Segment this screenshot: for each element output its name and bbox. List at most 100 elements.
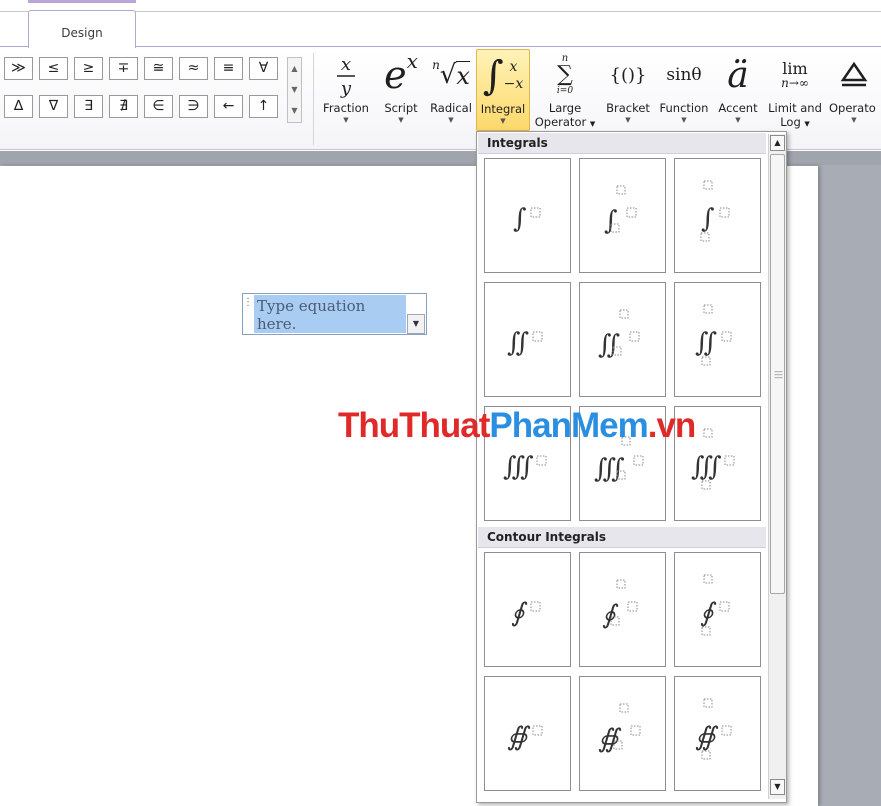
integral-item-double-limits[interactable]: ∬: [674, 282, 761, 397]
contour-integral-item-single-limits[interactable]: ∮: [674, 552, 761, 667]
symbol-up-arrow[interactable]: ↑: [249, 95, 278, 118]
tab-design[interactable]: Design: [28, 10, 136, 48]
limit-bottom: n→∞: [781, 76, 809, 90]
fraction-button[interactable]: x y Fraction ▼: [318, 49, 374, 125]
integral-item-double-subsup[interactable]: ∬: [579, 282, 666, 397]
contextual-tab-accent: [28, 0, 136, 3]
function-button[interactable]: sinθ Function ▼: [655, 49, 713, 125]
scroll-up-icon[interactable]: ▲: [288, 58, 301, 79]
symbol-almost-equal[interactable]: ≈: [179, 57, 208, 80]
svg-text:∬: ∬: [695, 328, 717, 358]
accent-dropdown-icon: ▼: [735, 116, 741, 124]
integral-button[interactable]: ∫ x −x Integral ▼: [476, 49, 530, 131]
bracket-label: Bracket: [606, 101, 650, 115]
limit-log-label: Limit and: [768, 101, 822, 115]
integral-dropdown-icon: ▼: [500, 117, 506, 125]
scroll-down-arrow-icon[interactable]: ▼: [770, 779, 785, 795]
limit-log-label-line2: Log: [780, 115, 801, 129]
symbols-scrollbar[interactable]: ▲ ▼ ▼: [287, 57, 302, 123]
radical-button[interactable]: n √ x Radical ▼: [428, 49, 474, 125]
operator-button[interactable]: Operato ▼: [827, 49, 881, 125]
symbol-left-arrow[interactable]: ←: [214, 95, 243, 118]
integral-lower-limit: −x: [503, 76, 524, 92]
svg-text:∫: ∫: [513, 204, 527, 234]
fraction-numerator: x: [341, 54, 351, 75]
accent-icon: ä: [714, 49, 762, 101]
bracket-button[interactable]: {()} Bracket ▼: [602, 49, 654, 125]
svg-text:∭: ∭: [594, 454, 625, 484]
equation-options-dropdown-icon[interactable]: ▼: [407, 314, 425, 334]
svg-text:∮: ∮: [700, 598, 717, 628]
contour-integral-item-surface[interactable]: ∯: [484, 676, 571, 791]
bracket-icon: {()}: [602, 49, 654, 101]
integral-item-double[interactable]: ∬: [484, 282, 571, 397]
radical-argument: x: [456, 60, 470, 90]
limit-log-dropdown-icon: ▼: [804, 120, 810, 128]
svg-text:∭: ∭: [503, 452, 534, 482]
bracket-dropdown-icon: ▼: [625, 116, 631, 124]
svg-text:∬: ∬: [598, 330, 620, 360]
large-operator-label-line2: Operator: [534, 115, 587, 129]
svg-text:∮: ∮: [511, 598, 528, 628]
script-label: Script: [384, 101, 418, 115]
contour-integral-item-single-subsup[interactable]: ∮: [579, 552, 666, 667]
svg-text:∭: ∭: [691, 452, 722, 482]
more-icon[interactable]: ▼: [288, 100, 301, 121]
equation-move-handle-icon[interactable]: ⋮: [243, 294, 253, 312]
symbol-congruent[interactable]: ≅: [144, 57, 173, 80]
watermark-part2: PhanMem: [489, 406, 648, 445]
limit-icon: lim n→∞: [764, 49, 826, 101]
symbol-for-all[interactable]: ∀: [249, 57, 278, 80]
fraction-dropdown-icon: ▼: [343, 116, 349, 124]
bracket-glyph: {()}: [609, 64, 647, 86]
fraction-denominator: y: [340, 78, 352, 98]
limit-top: lim: [782, 59, 808, 78]
symbol-element-of[interactable]: ∈: [144, 95, 173, 118]
script-superscript: x: [406, 49, 418, 73]
limit-log-button[interactable]: lim n→∞ Limit and Log ▼: [764, 49, 826, 131]
gallery-scrollbar[interactable]: ▲ — — — ▼: [768, 134, 786, 799]
equation-box[interactable]: ⋮ Type equation here. ▼: [242, 293, 427, 335]
script-base: e: [384, 53, 407, 97]
integral-item-single[interactable]: ∫: [484, 158, 571, 273]
accent-glyph: ä: [727, 54, 749, 96]
section-contour-integrals: Contour Integrals: [478, 527, 766, 548]
radical-icon: n √ x: [432, 58, 470, 90]
integral-item-single-limits[interactable]: ∫: [674, 158, 761, 273]
symbol-contains[interactable]: ∋: [179, 95, 208, 118]
equation-placeholder[interactable]: Type equation here.: [254, 295, 406, 333]
grip-icon: — — —: [774, 367, 783, 383]
svg-text:∯: ∯: [695, 722, 719, 752]
svg-text:∬: ∬: [507, 328, 529, 358]
symbol-exists[interactable]: ∃: [74, 95, 103, 118]
symbol-identical[interactable]: ≡: [214, 57, 243, 80]
accent-button[interactable]: ä Accent ▼: [714, 49, 762, 125]
integral-item-single-subsup[interactable]: ∫: [579, 158, 666, 273]
scroll-up-arrow-icon[interactable]: ▲: [770, 135, 785, 151]
symbol-less-equal[interactable]: ≤: [39, 57, 68, 80]
large-operator-dropdown-icon: ▼: [589, 120, 596, 128]
symbol-greater-equal[interactable]: ≥: [74, 57, 103, 80]
accent-label: Accent: [718, 101, 758, 115]
fraction-label: Fraction: [323, 101, 369, 115]
symbol-minus-plus[interactable]: ∓: [109, 57, 138, 80]
symbol-increment[interactable]: ∆: [4, 95, 33, 118]
watermark-part3: .vn: [647, 406, 697, 445]
radical-dropdown-icon: ▼: [448, 116, 454, 124]
contour-integral-item-single[interactable]: ∮: [484, 552, 571, 667]
symbol-much-greater[interactable]: ≫: [4, 57, 33, 80]
contour-integral-item-surface-limits[interactable]: ∯: [674, 676, 761, 791]
scroll-down-icon[interactable]: ▼: [288, 79, 301, 100]
large-operator-button[interactable]: n ∑ i=0 Large Operator ▼: [532, 49, 598, 131]
script-button[interactable]: ex Script ▼: [376, 49, 426, 125]
radical-label: Radical: [430, 101, 472, 115]
contour-integral-item-surface-subsup[interactable]: ∯: [579, 676, 666, 791]
group-separator: [313, 53, 314, 145]
watermark: ThuThuatPhanMem.vn: [338, 406, 697, 446]
function-label: Function: [659, 101, 709, 115]
symbol-nabla[interactable]: ∇: [39, 95, 68, 118]
fraction-icon: x y: [318, 49, 374, 101]
symbol-not-exists[interactable]: ∄: [109, 95, 138, 118]
large-operator-icon: n ∑ i=0: [556, 53, 574, 97]
gallery-scroll-thumb[interactable]: — — —: [770, 154, 785, 594]
